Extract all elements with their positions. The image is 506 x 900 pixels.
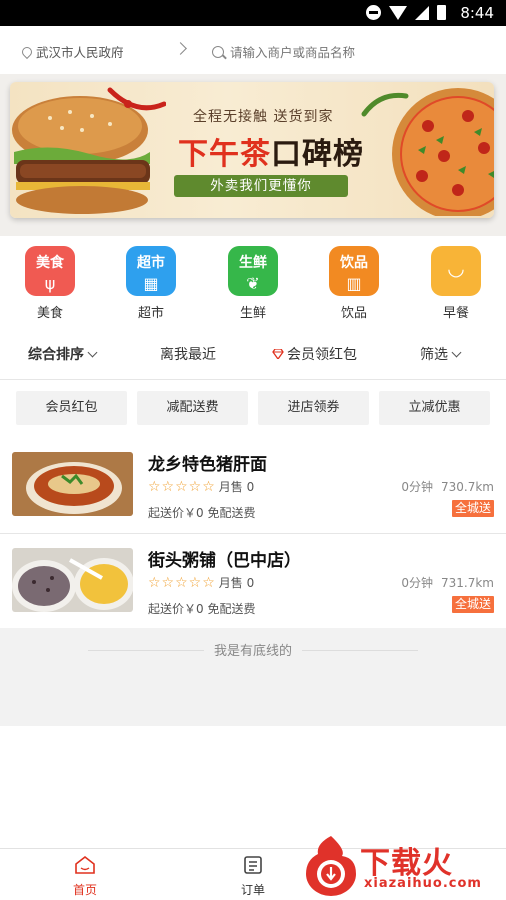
category-label: 美食 xyxy=(36,306,63,321)
shop-thumbnail xyxy=(12,452,133,516)
star-rating-icon: ☆☆☆☆☆ xyxy=(148,478,216,495)
delivery-badge: 全城送 xyxy=(451,500,494,517)
member-redpack-filter[interactable]: 会员领红包 xyxy=(272,344,357,364)
filter-label: 筛选 xyxy=(420,347,448,363)
location-pin-icon xyxy=(19,44,35,59)
sort-bar: 综合排序 离我最近 会员领红包 筛选 xyxy=(0,330,506,380)
category-drinks[interactable]: 饮品 ▥ 饮品 xyxy=(324,246,384,321)
chevron-right-icon[interactable] xyxy=(174,42,187,55)
shop-name: 街头粥铺（巴中店） xyxy=(148,551,301,571)
tab-orders-label: 订单 xyxy=(240,883,265,897)
fruit-icon: 生鲜 ❦ xyxy=(228,246,278,296)
chip-instant-discount[interactable]: 立减优惠 xyxy=(379,391,490,425)
category-icon-text: 美食 xyxy=(36,255,64,271)
shop-rating: ☆☆☆☆☆ 月售 0 xyxy=(148,574,254,591)
delivery-badge: 全城送 xyxy=(451,596,494,613)
shop-distance: 731.7km xyxy=(441,576,494,590)
sort-comprehensive[interactable]: 综合排序 xyxy=(28,344,98,364)
banner-area: 全程无接触 送货到家 下午茶口碑榜 外卖我们更懂你 xyxy=(0,74,506,236)
orders-icon xyxy=(244,856,262,874)
shop-rating: ☆☆☆☆☆ 月售 0 xyxy=(148,478,254,495)
category-fresh[interactable]: 生鲜 ❦ 生鲜 xyxy=(223,246,283,321)
search-placeholder: 请输入商户或商品名称 xyxy=(230,45,356,60)
promo-banner[interactable]: 全程无接触 送货到家 下午茶口碑榜 外卖我们更懂你 xyxy=(10,82,494,218)
basket-icon: 超市 ▦ xyxy=(126,246,176,296)
banner-tagline: 外卖我们更懂你 xyxy=(174,175,348,197)
category-label: 超市 xyxy=(137,306,164,321)
shop-list-item[interactable]: 龙乡特色猪肝面 ☆☆☆☆☆ 月售 0 起送价￥0 免配送费 0分钟 730.7km… xyxy=(0,438,506,534)
tab-home-label: 首页 xyxy=(72,883,97,897)
shop-thumbnail xyxy=(12,548,133,612)
quick-filter-chips: 会员红包 减配送费 进店领券 立减优惠 xyxy=(0,380,506,438)
search-input[interactable]: 请输入商户或商品名称 xyxy=(212,42,355,61)
location-label: 武汉市人民政府 xyxy=(36,45,124,60)
monthly-sales: 月售 0 xyxy=(218,480,255,494)
location-selector[interactable]: 武汉市人民政府 xyxy=(19,42,124,61)
watermark-logo: 下载火 xiazaihuo.com xyxy=(300,832,506,900)
end-of-list-text: 我是有底线的 xyxy=(203,644,302,659)
monthly-sales: 月售 0 xyxy=(218,576,255,590)
status-time: 8:44 xyxy=(460,4,494,22)
wifi-icon xyxy=(389,5,407,20)
category-supermarket[interactable]: 超市 ▦ 超市 xyxy=(121,246,181,321)
chevron-down-icon xyxy=(87,347,98,357)
do-not-disturb-icon xyxy=(366,5,381,20)
watermark-domain: xiazaihuo.com xyxy=(364,876,482,891)
category-icon-text: 饮品 xyxy=(340,255,368,271)
banner-title-accent: 下午茶 xyxy=(178,137,271,172)
search-icon xyxy=(212,45,224,58)
category-icon-text: 超市 xyxy=(137,255,165,271)
category-breakfast[interactable]: ◡ 早餐 xyxy=(426,246,486,321)
battery-icon xyxy=(437,5,446,20)
chili-icon xyxy=(107,87,166,111)
status-icons xyxy=(366,5,446,20)
filter-button[interactable]: 筛选 xyxy=(420,344,462,364)
green-chili-icon xyxy=(361,92,409,117)
shop-name: 龙乡特色猪肝面 xyxy=(148,455,267,475)
chip-reduced-delivery[interactable]: 减配送费 xyxy=(137,391,248,425)
top-bar: 武汉市人民政府 请输入商户或商品名称 xyxy=(0,26,506,74)
delivery-time: 0分钟 xyxy=(401,576,433,590)
chip-store-coupon[interactable]: 进店领券 xyxy=(258,391,369,425)
shop-fee-info: 起送价￥0 免配送费 xyxy=(148,602,256,616)
signal-icon xyxy=(415,5,429,20)
banner-title: 下午茶口碑榜 xyxy=(178,129,364,173)
delivery-info: 0分钟 731.7km xyxy=(401,574,494,591)
sort-nearest[interactable]: 离我最近 xyxy=(160,344,216,364)
tab-home[interactable]: 首页 xyxy=(55,855,115,898)
fork-knife-icon: 美食 ψ xyxy=(25,246,75,296)
chip-member-redpack[interactable]: 会员红包 xyxy=(16,391,127,425)
star-rating-icon: ☆☆☆☆☆ xyxy=(148,574,216,591)
banner-title-rest: 口碑榜 xyxy=(271,137,364,172)
bowl-icon: ◡ xyxy=(431,246,481,296)
chevron-down-icon xyxy=(451,347,462,357)
flame-logo-icon xyxy=(306,836,356,896)
status-bar: 8:44 xyxy=(0,0,506,26)
sort-comprehensive-label: 综合排序 xyxy=(28,347,84,363)
shop-list-item[interactable]: 街头粥铺（巴中店） ☆☆☆☆☆ 月售 0 起送价￥0 免配送费 0分钟 731.7… xyxy=(0,534,506,630)
end-of-list: 我是有底线的 xyxy=(0,628,506,726)
category-grid: 美食 ψ 美食 超市 ▦ 超市 生鲜 ❦ 生鲜 饮品 ▥ 饮品 ◡ 早餐 xyxy=(0,236,506,326)
category-food[interactable]: 美食 ψ 美食 xyxy=(20,246,80,321)
tab-orders[interactable]: 订单 xyxy=(223,855,283,898)
banner-subtitle: 全程无接触 送货到家 xyxy=(193,109,334,125)
sort-nearest-label: 离我最近 xyxy=(160,347,216,363)
category-label: 早餐 xyxy=(442,306,469,321)
delivery-info: 0分钟 730.7km xyxy=(401,478,494,495)
delivery-time: 0分钟 xyxy=(401,480,433,494)
category-icon-text: 生鲜 xyxy=(239,255,267,271)
home-icon xyxy=(75,855,95,874)
shop-distance: 730.7km xyxy=(441,480,494,494)
member-redpack-label: 会员领红包 xyxy=(287,347,357,363)
diamond-icon xyxy=(272,349,284,359)
shop-fee-info: 起送价￥0 免配送费 xyxy=(148,506,256,520)
category-label: 生鲜 xyxy=(239,306,266,321)
category-label: 饮品 xyxy=(340,306,367,321)
cup-icon: 饮品 ▥ xyxy=(329,246,379,296)
